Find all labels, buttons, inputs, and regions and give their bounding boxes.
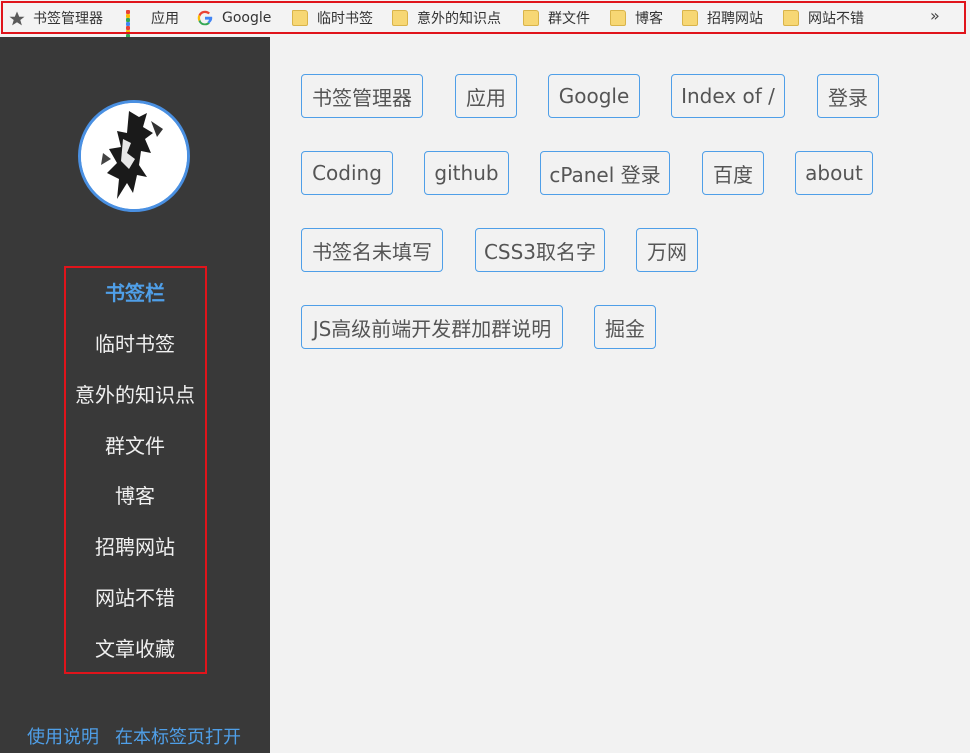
sidebar-item-knowledge[interactable]: 意外的知识点 [0,379,270,408]
bookmark-button[interactable]: 登录 [817,74,879,118]
star-icon [8,10,25,26]
folder-icon [523,10,539,26]
bookmarks-bar: 书签管理器 应用 Google 临时书签 意外的知识点 群文件 博客 招聘网站 … [0,0,970,46]
bookmark-bar-label: Google [222,10,272,26]
bookmark-button[interactable]: about [795,151,873,195]
sidebar-item-good-sites[interactable]: 网站不错 [0,582,270,611]
bookmark-bar-label: 应用 [151,11,179,27]
bookmark-bar-item-apps[interactable]: 应用 [126,8,179,46]
bookmark-bar-item-google[interactable]: Google [197,8,271,28]
bookmark-bar-folder-knowledge[interactable]: 意外的知识点 [392,8,501,28]
sidebar-item-temp-bookmarks[interactable]: 临时书签 [0,328,270,357]
folder-icon [292,10,308,26]
google-icon [197,10,213,26]
usage-instructions-link[interactable]: 使用说明 [27,723,99,749]
sidebar-item-bookmarks-bar[interactable]: 书签栏 [0,277,270,306]
bookmark-bar-label: 意外的知识点 [417,11,501,27]
bookmark-bar-label: 书签管理器 [33,11,103,27]
folder-icon [392,10,408,26]
bookmark-bar-folder-group-files[interactable]: 群文件 [523,8,590,28]
bookmark-button[interactable]: Coding [301,151,393,195]
folder-icon [682,10,698,26]
bookmark-bar-folder-good-sites[interactable]: 网站不错 [783,8,864,28]
bookmark-bar-label: 临时书签 [317,11,373,27]
bookmark-button[interactable]: 书签管理器 [301,74,423,118]
folder-icon [610,10,626,26]
sidebar-item-jobs[interactable]: 招聘网站 [0,531,270,560]
bookmark-button[interactable]: 应用 [455,74,517,118]
bookmark-button[interactable]: cPanel 登录 [540,151,670,195]
bookmark-bar-label: 网站不错 [808,11,864,27]
bookmark-button[interactable]: Index of / [671,74,785,118]
bookmark-button[interactable]: 万网 [636,228,698,272]
bookmark-button[interactable]: 百度 [702,151,764,195]
sidebar-item-group-files[interactable]: 群文件 [0,430,270,459]
bookmark-button[interactable]: Google [548,74,640,118]
bookmark-button[interactable]: 书签名未填写 [301,228,443,272]
sidebar: 书签栏 临时书签 意外的知识点 群文件 博客 招聘网站 网站不错 文章收藏 使用… [0,37,270,753]
open-in-this-tab-link[interactable]: 在本标签页打开 [115,723,241,749]
bookmark-bar-folder-jobs[interactable]: 招聘网站 [682,8,763,28]
bookmark-bar-label: 博客 [635,11,663,27]
bookmark-bar-label: 招聘网站 [707,11,763,27]
apps-grid-icon [126,10,142,46]
avatar [78,100,190,212]
bookmark-bar-label: 群文件 [548,11,590,27]
sidebar-item-blog[interactable]: 博客 [0,480,270,509]
bookmark-button[interactable]: 掘金 [594,305,656,349]
overflow-chevron-button[interactable]: » [930,6,940,25]
folder-icon [783,10,799,26]
bookmark-bar-item-bookmark-manager[interactable]: 书签管理器 [8,8,103,28]
sidebar-item-article-collection[interactable]: 文章收藏 [0,633,270,662]
bookmark-button[interactable]: JS高级前端开发群加群说明 [301,305,563,349]
bookmark-button[interactable]: CSS3取名字 [475,228,605,272]
bookmark-bar-folder-temp[interactable]: 临时书签 [292,8,373,28]
bookmark-button[interactable]: github [424,151,509,195]
bookmark-bar-folder-blog[interactable]: 博客 [610,8,663,28]
